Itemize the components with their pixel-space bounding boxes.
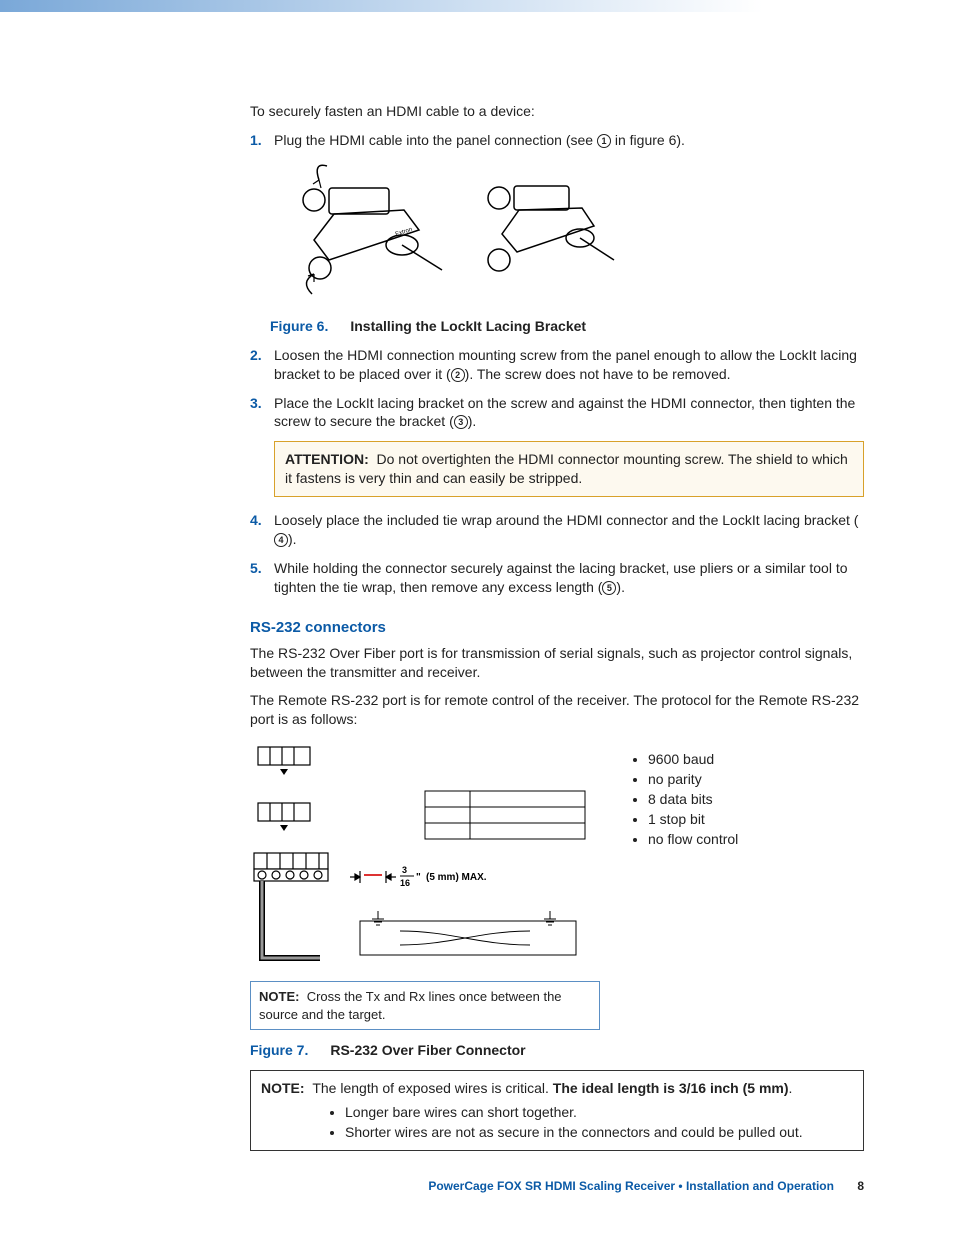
rs232-p2: The Remote RS-232 port is for remote con… [250,691,864,729]
note-lead-a: The length of exposed wires is critical. [312,1080,552,1096]
spec-item: 9600 baud [648,751,738,767]
step-number: 4. [250,511,274,549]
figure-title: Installing the LockIt Lacing Bracket [350,318,586,334]
step-text: Loosely place the included tie wrap arou… [274,511,864,549]
note-lead-bold: The ideal length is 3/16 inch (5 mm) [553,1080,789,1096]
rs232-wiring-illustration: 3 16 " (5 mm) MAX. [250,743,600,983]
step-text: Plug the HDMI cable into the panel conne… [274,131,685,150]
step-text: Loosen the HDMI connection mounting scre… [274,346,864,384]
circled-number-5: 5 [602,581,616,595]
note-lead-c: . [789,1080,793,1096]
svg-text:16: 16 [400,878,410,888]
figure-7-caption: Figure 7. RS-232 Over Fiber Connector [250,1042,864,1058]
step-number: 3. [250,394,274,432]
wiring-diagram-block: 3 16 " (5 mm) MAX. [250,743,600,1030]
circled-number-2: 2 [451,368,465,382]
header-rule [0,0,954,12]
rs232-protocol-list: 9600 baud no parity 8 data bits 1 stop b… [630,747,738,851]
circled-number-3: 3 [454,415,468,429]
footer-page-number: 8 [857,1179,864,1193]
step-text: While holding the connector securely aga… [274,559,864,597]
rs232-p1: The RS-232 Over Fiber port is for transm… [250,644,864,682]
step-5: 5. While holding the connector securely … [250,559,864,597]
spec-item: no flow control [648,831,738,847]
note-text: Cross the Tx and Rx lines once between t… [259,989,562,1022]
figure-6-caption: Figure 6. Installing the LockIt Lacing Br… [270,318,864,334]
wire-length-note: NOTE: The length of exposed wires is cri… [250,1070,864,1151]
note-label: NOTE: [261,1080,305,1096]
figure-number: Figure 7. [250,1042,308,1058]
svg-text:(5 mm) MAX.: (5 mm) MAX. [426,872,487,883]
step-number: 5. [250,559,274,597]
cross-tx-rx-note: NOTE: Cross the Tx and Rx lines once bet… [250,981,600,1030]
step-3: 3. Place the LockIt lacing bracket on th… [250,394,864,432]
attention-text: Do not overtighten the HDMI connector mo… [285,451,848,486]
page-footer: PowerCage FOX SR HDMI Scaling Receiver •… [428,1179,864,1193]
figure-6-illustration: Extron [274,160,864,310]
step-2: 2. Loosen the HDMI connection mounting s… [250,346,864,384]
footer-title: PowerCage FOX SR HDMI Scaling Receiver •… [428,1179,834,1193]
rs232-heading: RS-232 connectors [250,619,864,636]
spec-item: 8 data bits [648,791,738,807]
note-bullet: Shorter wires are not as secure in the c… [345,1123,853,1143]
note-label: NOTE: [259,989,299,1004]
step-text: Place the LockIt lacing bracket on the s… [274,394,864,432]
note-bullet: Longer bare wires can short together. [345,1103,853,1123]
step-number: 1. [250,131,274,150]
attention-callout: ATTENTION: Do not overtighten the HDMI c… [274,441,864,497]
svg-text:3: 3 [402,865,407,875]
rs232-columns: 3 16 " (5 mm) MAX. [250,743,864,1030]
figure-title: RS-232 Over Fiber Connector [330,1042,525,1058]
spec-item: 1 stop bit [648,811,738,827]
step-4: 4. Loosely place the included tie wrap a… [250,511,864,549]
step-number: 2. [250,346,274,384]
circled-number-1: 1 [597,134,611,148]
intro-text: To securely fasten an HDMI cable to a de… [250,102,864,121]
spec-item: no parity [648,771,738,787]
circled-number-4: 4 [274,533,288,547]
step-1: 1. Plug the HDMI cable into the panel co… [250,131,864,150]
figure-number: Figure 6. [270,318,328,334]
attention-label: ATTENTION: [285,451,369,467]
svg-text:": " [416,872,421,883]
page-content: To securely fasten an HDMI cable to a de… [0,12,954,1151]
